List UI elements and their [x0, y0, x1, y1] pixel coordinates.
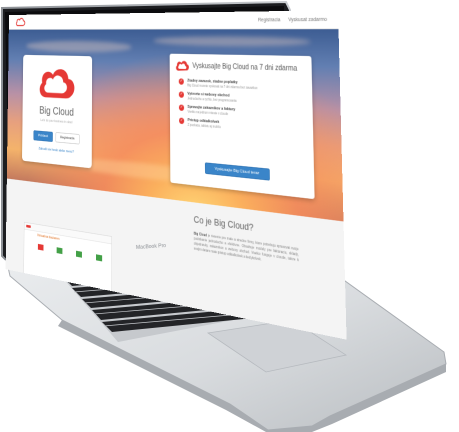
about-title: Co je Big Cloud? — [193, 213, 254, 234]
check-icon: ✓ — [178, 78, 184, 85]
trial-card: Vyskusajte Big Cloud na 7 dni zdarma ✓ Z… — [169, 53, 315, 200]
forgot-password-link[interactable]: Zabudli ste heslo alebo meno? — [22, 145, 92, 156]
about-body: je riesenie pre male a stredne firmy, kt… — [193, 233, 299, 262]
list-item: ✓ Vytvorte si webovy obchod Jednoducho a … — [178, 91, 303, 106]
laptop-screen: Registracia Vyskusat zadarmo Big Cloud L… — [5, 10, 347, 340]
cloud-logo-icon — [176, 60, 189, 71]
register-button[interactable]: Registracia — [55, 132, 80, 145]
list-item: ✓ Ziadny zavazok, ziadne poplatky Big Clo… — [178, 78, 303, 91]
nav-trial-link[interactable]: Vyskusat zadarmo — [288, 17, 327, 23]
laptop: Registracia Vyskusat zadarmo Big Cloud L… — [0, 0, 459, 432]
try-now-button[interactable]: Vyskusajte Big Cloud teraz — [204, 162, 270, 181]
check-icon: ✓ — [179, 117, 185, 125]
login-card: Big Cloud Let's do your business in clou… — [22, 54, 93, 169]
cloud-logo-icon — [39, 68, 75, 99]
app-preview: Virtualna tlaciaren — [23, 221, 112, 294]
login-button[interactable]: Prihlasit — [33, 130, 53, 142]
check-icon: ✓ — [178, 91, 184, 98]
trial-feature-list: ✓ Ziadny zavazok, ziadne poplatky Big Clo… — [178, 78, 304, 140]
list-item: ✓ Pristup odkialkolvek Z pocitaca, tablet… — [179, 117, 304, 135]
cloud-logo-icon[interactable] — [15, 17, 26, 27]
about-text: Big Cloud je riesenie pre male a stredne… — [194, 231, 299, 268]
site-header: Registracia Vyskusat zadarmo — [8, 10, 339, 30]
trial-title: Vyskusajte Big Cloud na 7 dni zdarma — [192, 62, 298, 73]
check-icon: ✓ — [178, 104, 185, 111]
nav-register-link[interactable]: Registracia — [258, 17, 281, 22]
